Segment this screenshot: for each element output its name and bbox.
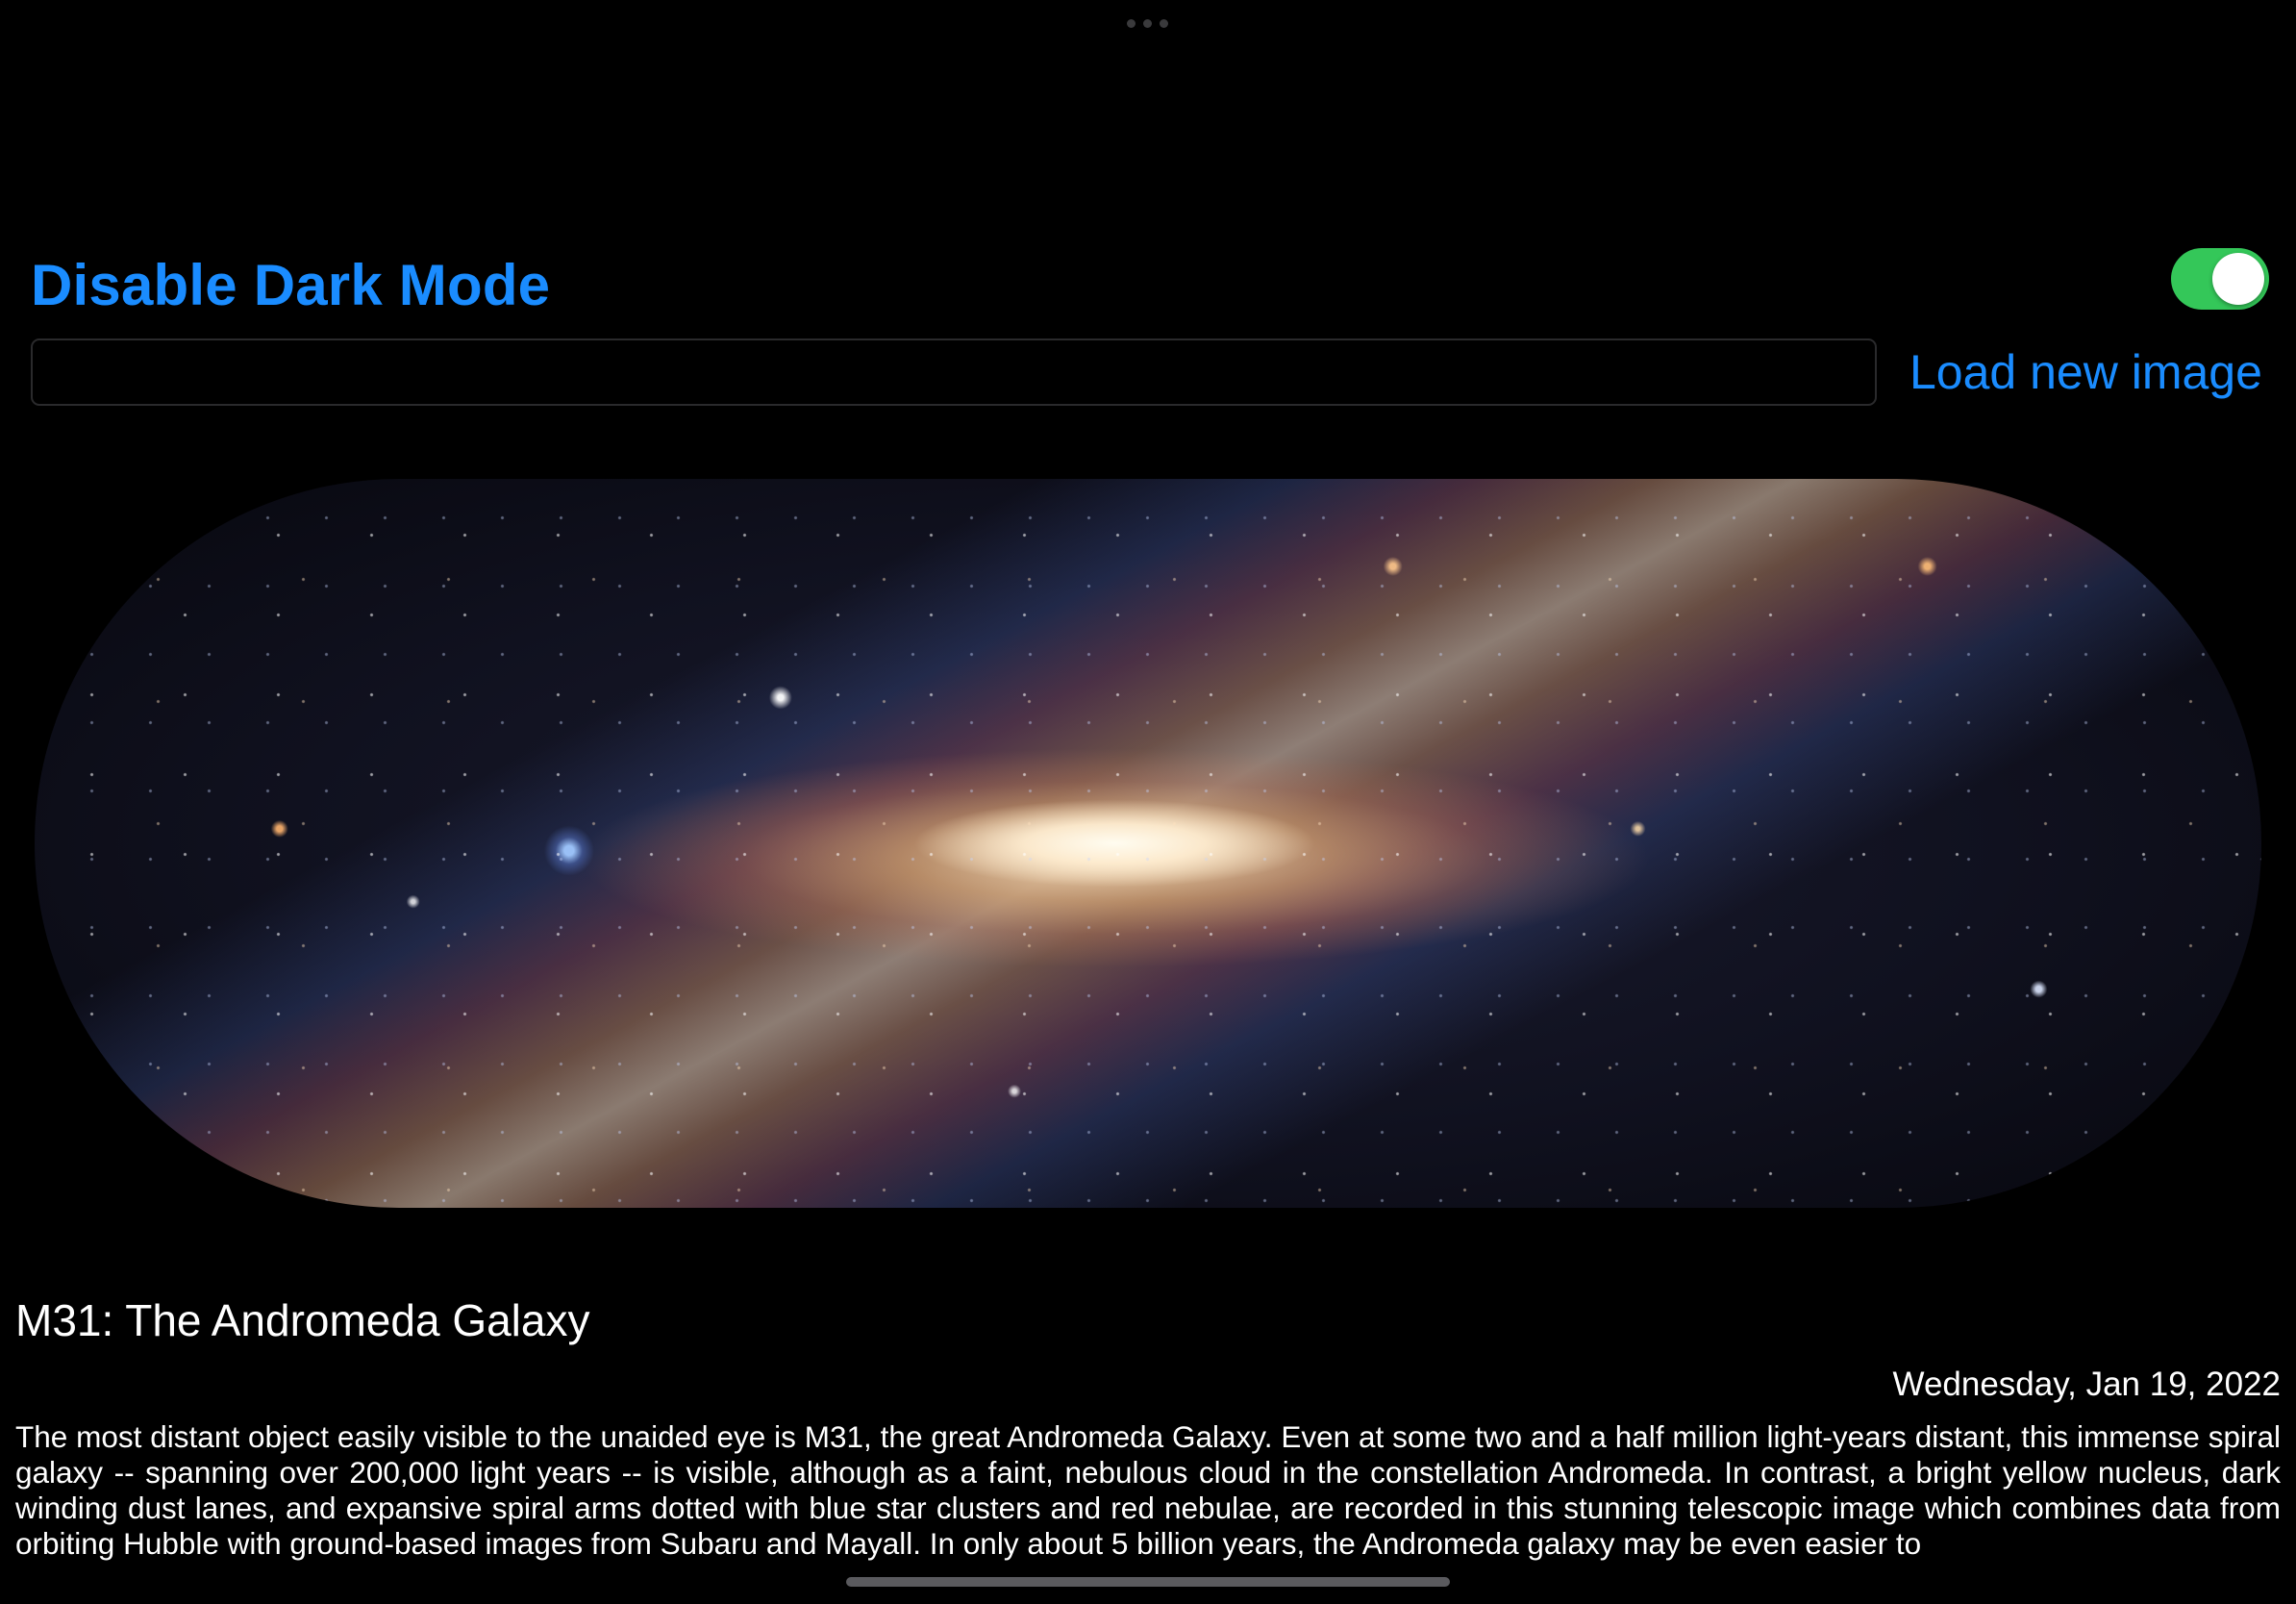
dot	[1143, 19, 1152, 28]
dark-mode-toggle[interactable]	[2171, 248, 2269, 310]
toggle-knob	[2212, 253, 2264, 305]
apod-explanation: The most distant object easily visible t…	[15, 1419, 2281, 1561]
image-url-input[interactable]	[31, 338, 1877, 406]
page-title: Disable Dark Mode	[31, 253, 551, 317]
multitasking-indicator[interactable]	[1127, 19, 1168, 28]
home-indicator[interactable]	[846, 1577, 1450, 1587]
dot	[1127, 19, 1136, 28]
galaxy-image	[35, 479, 2261, 1208]
apod-date: Wednesday, Jan 19, 2022	[1892, 1366, 2281, 1403]
dot	[1160, 19, 1168, 28]
apod-title: M31: The Andromeda Galaxy	[15, 1295, 590, 1345]
load-new-image-button[interactable]: Load new image	[1909, 344, 2262, 400]
